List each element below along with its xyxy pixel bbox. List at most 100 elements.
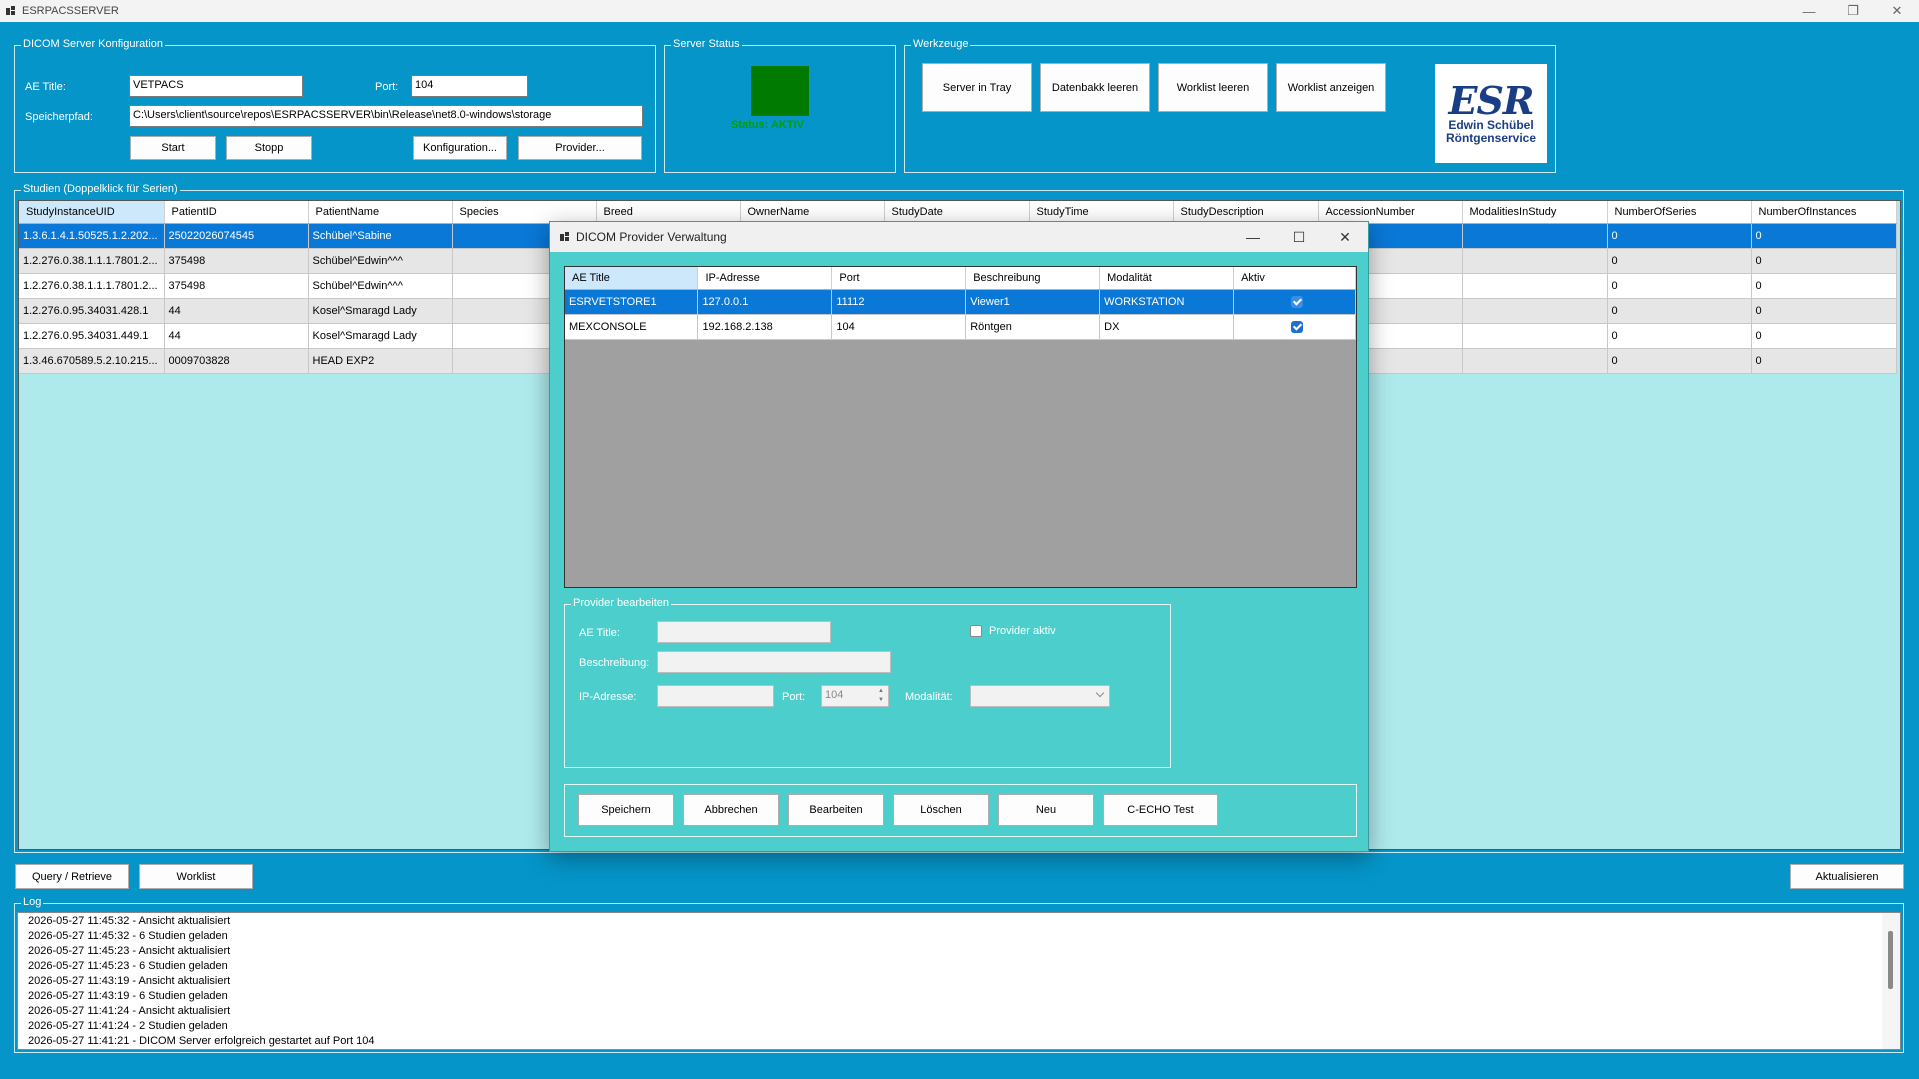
table-cell: HEAD EXP2 [308,348,453,374]
spinner-arrows-icon[interactable]: ▲ ▼ [876,687,886,705]
configuration-button[interactable]: Konfiguration... [413,136,507,160]
restore-icon[interactable]: ❐ [1831,0,1875,22]
ae-title-label: AE Title: [25,81,66,93]
port-input[interactable]: 104 [411,75,528,97]
table-cell [1462,273,1608,299]
table-cell: 25022026074545 [164,223,309,249]
column-header[interactable]: AccessionNumber [1318,201,1463,224]
provider-column-header[interactable]: IP-Adresse [697,267,833,290]
edit-description-input[interactable] [657,651,891,673]
window-title: ESRPACSSERVER [22,5,119,17]
log-scrollbar[interactable] [1882,913,1900,1049]
refresh-button[interactable]: Aktualisieren [1790,864,1904,889]
provider-column-header[interactable]: Modalität [1099,267,1235,290]
delete-button[interactable]: Löschen [893,794,989,826]
column-header[interactable]: Species [452,201,597,224]
edit-ip-input[interactable] [657,685,774,707]
chevron-down-icon[interactable] [1095,688,1105,698]
start-button[interactable]: Start [130,136,216,160]
table-cell: 0009703828 [164,348,309,374]
table-cell: Schübel^Sabine [308,223,453,249]
provider-dialog: DICOM Provider Verwaltung — ☐ ✕ AE Title… [549,221,1369,852]
edit-port-label: Port: [782,691,806,703]
column-header[interactable]: PatientName [308,201,453,224]
column-header[interactable]: StudyInstanceUID [19,201,165,224]
column-header[interactable]: StudyDescription [1173,201,1319,224]
dialog-maximize-icon[interactable]: ☐ [1276,222,1322,252]
edit-ae-title-input[interactable] [657,621,831,643]
status-indicator [751,66,809,116]
table-cell: 0 [1751,273,1897,299]
table-cell: Schübel^Edwin^^^ [308,273,453,299]
column-header[interactable]: Breed [596,201,741,224]
table-cell: 0 [1751,248,1897,274]
edit-modality-select[interactable] [970,685,1110,707]
dialog-title: DICOM Provider Verwaltung [576,230,727,244]
provider-column-header[interactable]: AE Title [565,267,699,290]
log-line: 2026-05-27 11:41:24 - 2 Studien geladen [28,1020,228,1032]
clear-worklist-button[interactable]: Worklist leeren [1158,63,1268,112]
column-header[interactable]: StudyTime [1029,201,1174,224]
edit-ae-title-label: AE Title: [579,627,620,639]
checkbox-checked-icon[interactable] [1290,320,1303,333]
close-icon[interactable]: ✕ [1875,0,1919,22]
column-header[interactable]: NumberOfInstances [1751,201,1897,224]
dialog-minimize-icon[interactable]: — [1230,222,1276,252]
save-button[interactable]: Speichern [578,794,674,826]
clear-database-button[interactable]: Datenbakk leeren [1040,63,1150,112]
logo-mark: ESR [1448,77,1535,123]
column-header[interactable]: OwnerName [740,201,885,224]
provider-table: AE Title IP-Adresse Port Beschreibung Modali… [565,267,1356,340]
log-textbox[interactable]: 2026-05-27 11:45:32 - Ansicht aktualisie… [17,912,1901,1050]
column-header[interactable]: StudyDate [884,201,1030,224]
provider-row[interactable]: ESRVETSTORE1 127.0.0.1 11112 Viewer1 WORKSTA… [565,289,1356,315]
provider-active-cell[interactable] [1233,314,1356,340]
storage-path-input[interactable]: C:\Users\client\source\repos\ESRPACSSERV… [129,105,643,127]
log-scrollbar-thumb[interactable] [1888,931,1893,989]
provider-cell: 192.168.2.138 [697,314,833,340]
table-cell: 0 [1607,323,1752,349]
minimize-icon[interactable]: — [1787,0,1831,22]
column-header[interactable]: ModalitiesInStudy [1462,201,1608,224]
port-label: Port: [375,81,399,93]
provider-column-header[interactable]: Beschreibung [965,267,1101,290]
provider-grid[interactable]: AE Title IP-Adresse Port Beschreibung Modali… [564,266,1357,588]
provider-cell: ESRVETSTORE1 [565,289,699,315]
provider-cell: MEXCONSOLE [565,314,699,340]
provider-active-cell[interactable] [1233,289,1356,315]
dialog-titlebar: DICOM Provider Verwaltung — ☐ ✕ [550,222,1368,252]
server-status-group: Server Status Status: AKTIV [664,38,896,173]
ae-title-input[interactable]: VETPACS [129,75,303,97]
column-header[interactable]: PatientID [164,201,309,224]
edit-button[interactable]: Bearbeiten [788,794,884,826]
show-worklist-button[interactable]: Worklist anzeigen [1276,63,1386,112]
provider-row[interactable]: MEXCONSOLE 192.168.2.138 104 Röntgen DX [565,314,1356,340]
stop-button[interactable]: Stopp [226,136,312,160]
server-status-legend: Server Status [671,38,742,50]
table-cell: 1.2.276.0.95.34031.428.1 [19,298,165,324]
new-button[interactable]: Neu [998,794,1094,826]
provider-button[interactable]: Provider... [518,136,642,160]
provider-active-checkbox[interactable] [970,625,982,637]
table-cell: 0 [1607,248,1752,274]
table-cell: Kosel^Smaragd Lady [308,323,453,349]
c-echo-test-button[interactable]: C-ECHO Test [1103,794,1218,826]
log-line: 2026-05-27 11:45:23 - 6 Studien geladen [28,960,228,972]
config-legend: DICOM Server Konfiguration [21,38,165,50]
worklist-button[interactable]: Worklist [139,864,253,889]
provider-column-header[interactable]: Aktiv [1233,267,1356,290]
dialog-app-icon [560,232,570,242]
edit-port-spinner[interactable]: 104 ▲ ▼ [821,685,889,707]
provider-cell: 127.0.0.1 [697,289,833,315]
dialog-close-icon[interactable]: ✕ [1322,222,1368,252]
query-retrieve-button[interactable]: Query / Retrieve [15,864,129,889]
log-line: 2026-05-27 11:41:24 - Ansicht aktualisie… [28,1005,231,1017]
cancel-button[interactable]: Abbrechen [683,794,779,826]
server-in-tray-button[interactable]: Server in Tray [922,63,1032,112]
provider-column-header[interactable]: Port [831,267,967,290]
table-cell: Kosel^Smaragd Lady [308,298,453,324]
provider-cell: 11112 [831,289,967,315]
column-header[interactable]: NumberOfSeries [1607,201,1752,224]
checkbox-checked-icon[interactable] [1290,295,1303,308]
provider-cell: DX [1099,314,1235,340]
